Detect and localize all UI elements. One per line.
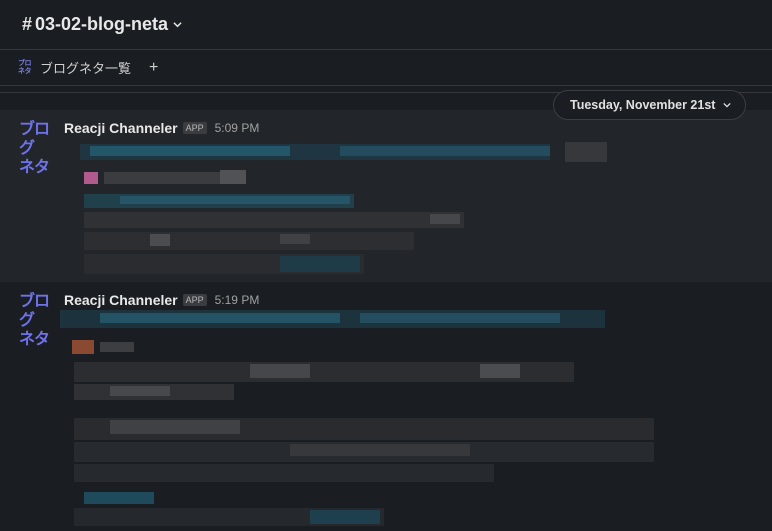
- channel-header: # 03-02-blog-neta: [0, 0, 772, 50]
- app-badge: APP: [182, 122, 207, 134]
- avatar[interactable]: ブログ ネタ: [19, 292, 59, 348]
- date-label: Tuesday, November 21st: [570, 98, 716, 112]
- sender-name[interactable]: Reacji Channeler: [64, 292, 178, 308]
- message-header: Reacji Channeler APP 5:09 PM: [64, 120, 259, 136]
- sender-name[interactable]: Reacji Channeler: [64, 120, 178, 136]
- avatar-line-2: ネタ: [19, 331, 50, 348]
- timestamp[interactable]: 5:09 PM: [215, 121, 260, 135]
- app-badge: APP: [182, 294, 207, 306]
- bookmark-label: ブログネタ一覧: [40, 61, 132, 76]
- blurred-message-content: [60, 138, 620, 280]
- avatar-line-1: ブログ: [19, 121, 50, 157]
- avatar-line-1: ブログ: [19, 293, 50, 329]
- bookmarks-bar: ブロ ネタ ブログネタ一覧 +: [0, 50, 772, 86]
- message-header: Reacji Channeler APP 5:19 PM: [64, 292, 259, 308]
- channel-name: 03-02-blog-neta: [35, 14, 169, 34]
- bookmark-icon-line-2: ネタ: [18, 67, 32, 75]
- bookmark-item[interactable]: ブロ ネタ ブログネタ一覧: [18, 58, 131, 77]
- channel-title-button[interactable]: # 03-02-blog-neta: [22, 14, 182, 35]
- message[interactable]: ブログ ネタ Reacji Channeler APP 5:09 PM: [0, 110, 772, 282]
- hash-icon: #: [22, 14, 33, 34]
- avatar[interactable]: ブログ ネタ: [19, 120, 59, 176]
- date-divider-button[interactable]: Tuesday, November 21st: [553, 90, 747, 120]
- bookmark-emoji-icon: ブロ ネタ: [18, 60, 34, 76]
- chevron-down-icon: [173, 22, 182, 28]
- timestamp[interactable]: 5:19 PM: [215, 293, 260, 307]
- add-bookmark-button[interactable]: +: [149, 59, 158, 77]
- bookmark-icon-line-1: ブロ: [18, 59, 32, 67]
- blurred-message-content: [60, 308, 660, 528]
- message[interactable]: ブログ ネタ Reacji Channeler APP 5:19 PM: [0, 282, 772, 531]
- chevron-down-icon: [723, 102, 732, 108]
- avatar-line-2: ネタ: [19, 159, 50, 176]
